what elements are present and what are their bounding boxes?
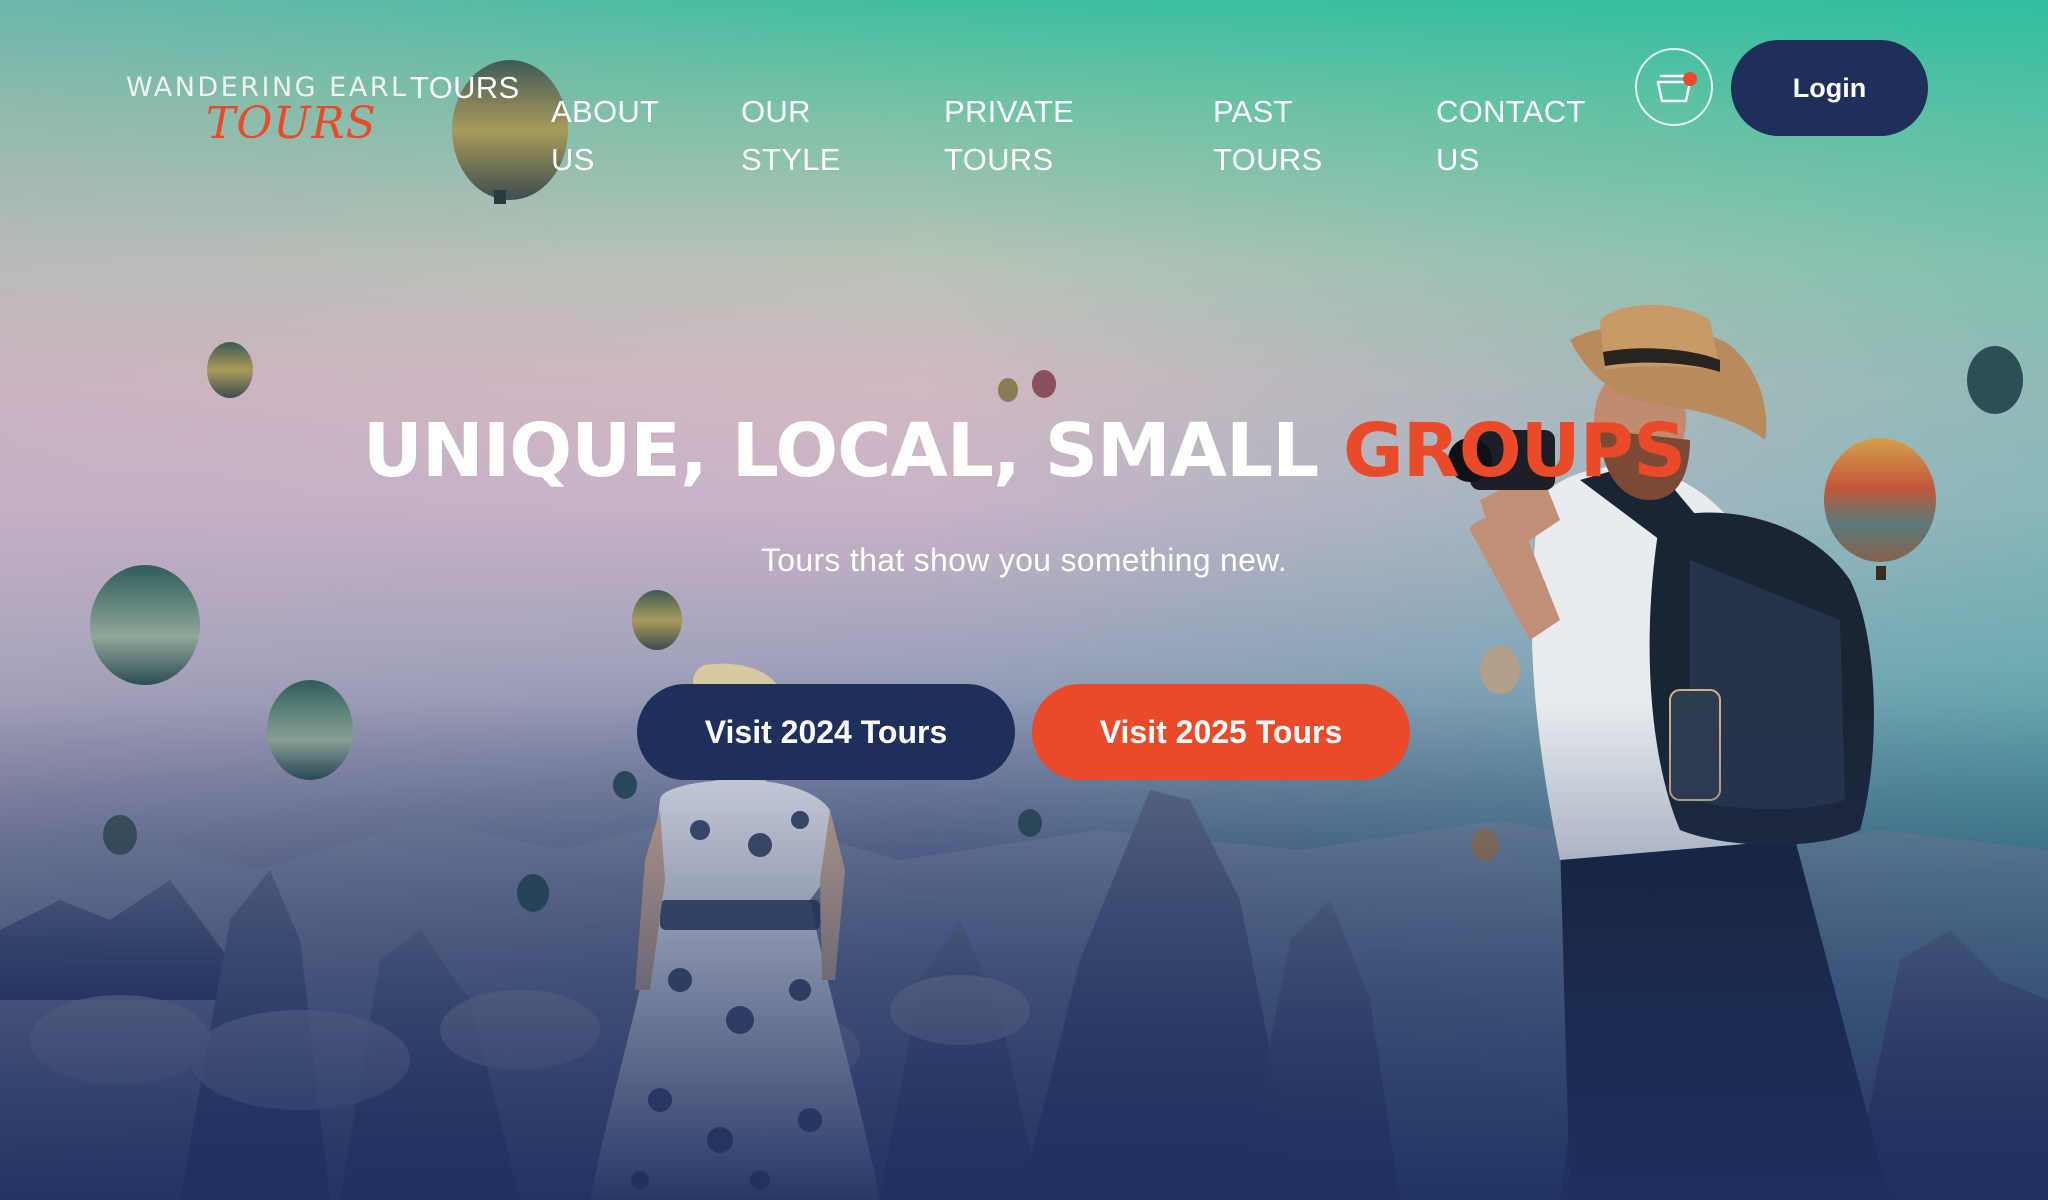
hero-subtitle: Tours that show you something new.: [760, 542, 1288, 578]
hero-section: WANDERING EARL TOURS TOURS ABOUT US OUR …: [0, 0, 2048, 1200]
nav-item-contact-us[interactable]: CONTACT US: [1436, 40, 1586, 184]
nav-item-label: TOURS: [410, 70, 520, 105]
headline-accent-text: GROUPS: [1343, 408, 1686, 494]
main-navigation: WANDERING EARL TOURS TOURS ABOUT US OUR …: [0, 0, 2048, 180]
nav-item-past-tours[interactable]: PAST TOURS: [1213, 40, 1322, 184]
visit-2025-tours-button[interactable]: Visit 2025 Tours: [1032, 684, 1410, 780]
nav-item-label: CONTACT US: [1436, 94, 1586, 177]
nav-item-private-tours[interactable]: PRIVATE TOURS: [944, 40, 1074, 184]
nav-item-label: OUR STYLE: [741, 94, 841, 177]
cart-button[interactable]: [1635, 48, 1713, 126]
logo-text-line2: TOURS: [206, 98, 377, 149]
nav-item-our-style[interactable]: OUR STYLE: [741, 40, 841, 184]
nav-item-label: ABOUT US: [551, 94, 660, 177]
nav-item-tours[interactable]: TOURS: [410, 64, 519, 112]
nav-item-label: PRIVATE TOURS: [944, 94, 1075, 177]
visit-2024-tours-button[interactable]: Visit 2024 Tours: [637, 684, 1015, 780]
site-logo[interactable]: WANDERING EARL TOURS: [126, 72, 406, 156]
cart-notification-dot: [1683, 72, 1697, 86]
nav-item-about-us[interactable]: ABOUT US: [551, 40, 659, 184]
login-button[interactable]: Login: [1731, 40, 1928, 136]
headline-main-text: UNIQUE, LOCAL, SMALL: [362, 408, 1344, 494]
hero-headline: UNIQUE, LOCAL, SMALL GROUPS: [0, 408, 2048, 494]
nav-item-label: PAST TOURS: [1213, 94, 1323, 177]
